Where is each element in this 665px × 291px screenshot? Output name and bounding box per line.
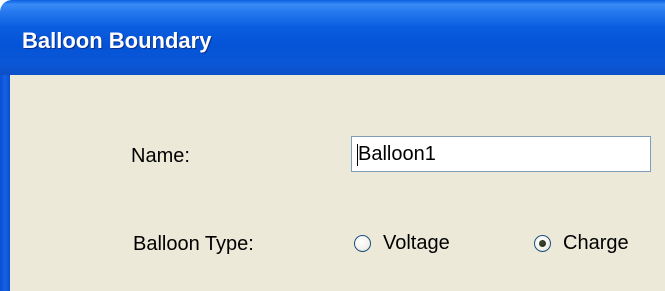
window-frame-left (0, 75, 10, 291)
radio-selected-dot (539, 240, 546, 247)
name-input[interactable]: Balloon1 (351, 136, 651, 172)
name-label: Name: (131, 145, 190, 167)
voltage-radio-label[interactable]: Voltage (383, 232, 450, 255)
charge-radio-label[interactable]: Charge (563, 232, 629, 255)
dialog-client-area (10, 75, 665, 291)
name-input-value: Balloon1 (358, 143, 436, 165)
voltage-radio-circle[interactable] (354, 235, 371, 252)
title-bar[interactable]: Balloon Boundary (0, 0, 665, 75)
charge-radio[interactable]: Charge (534, 232, 629, 255)
balloon-type-label: Balloon Type: (133, 233, 254, 255)
balloon-boundary-dialog: Balloon Boundary Name: Balloon1 Balloon … (0, 0, 665, 291)
voltage-radio[interactable]: Voltage (354, 232, 450, 255)
charge-radio-circle[interactable] (534, 235, 551, 252)
window-title: Balloon Boundary (22, 28, 212, 53)
